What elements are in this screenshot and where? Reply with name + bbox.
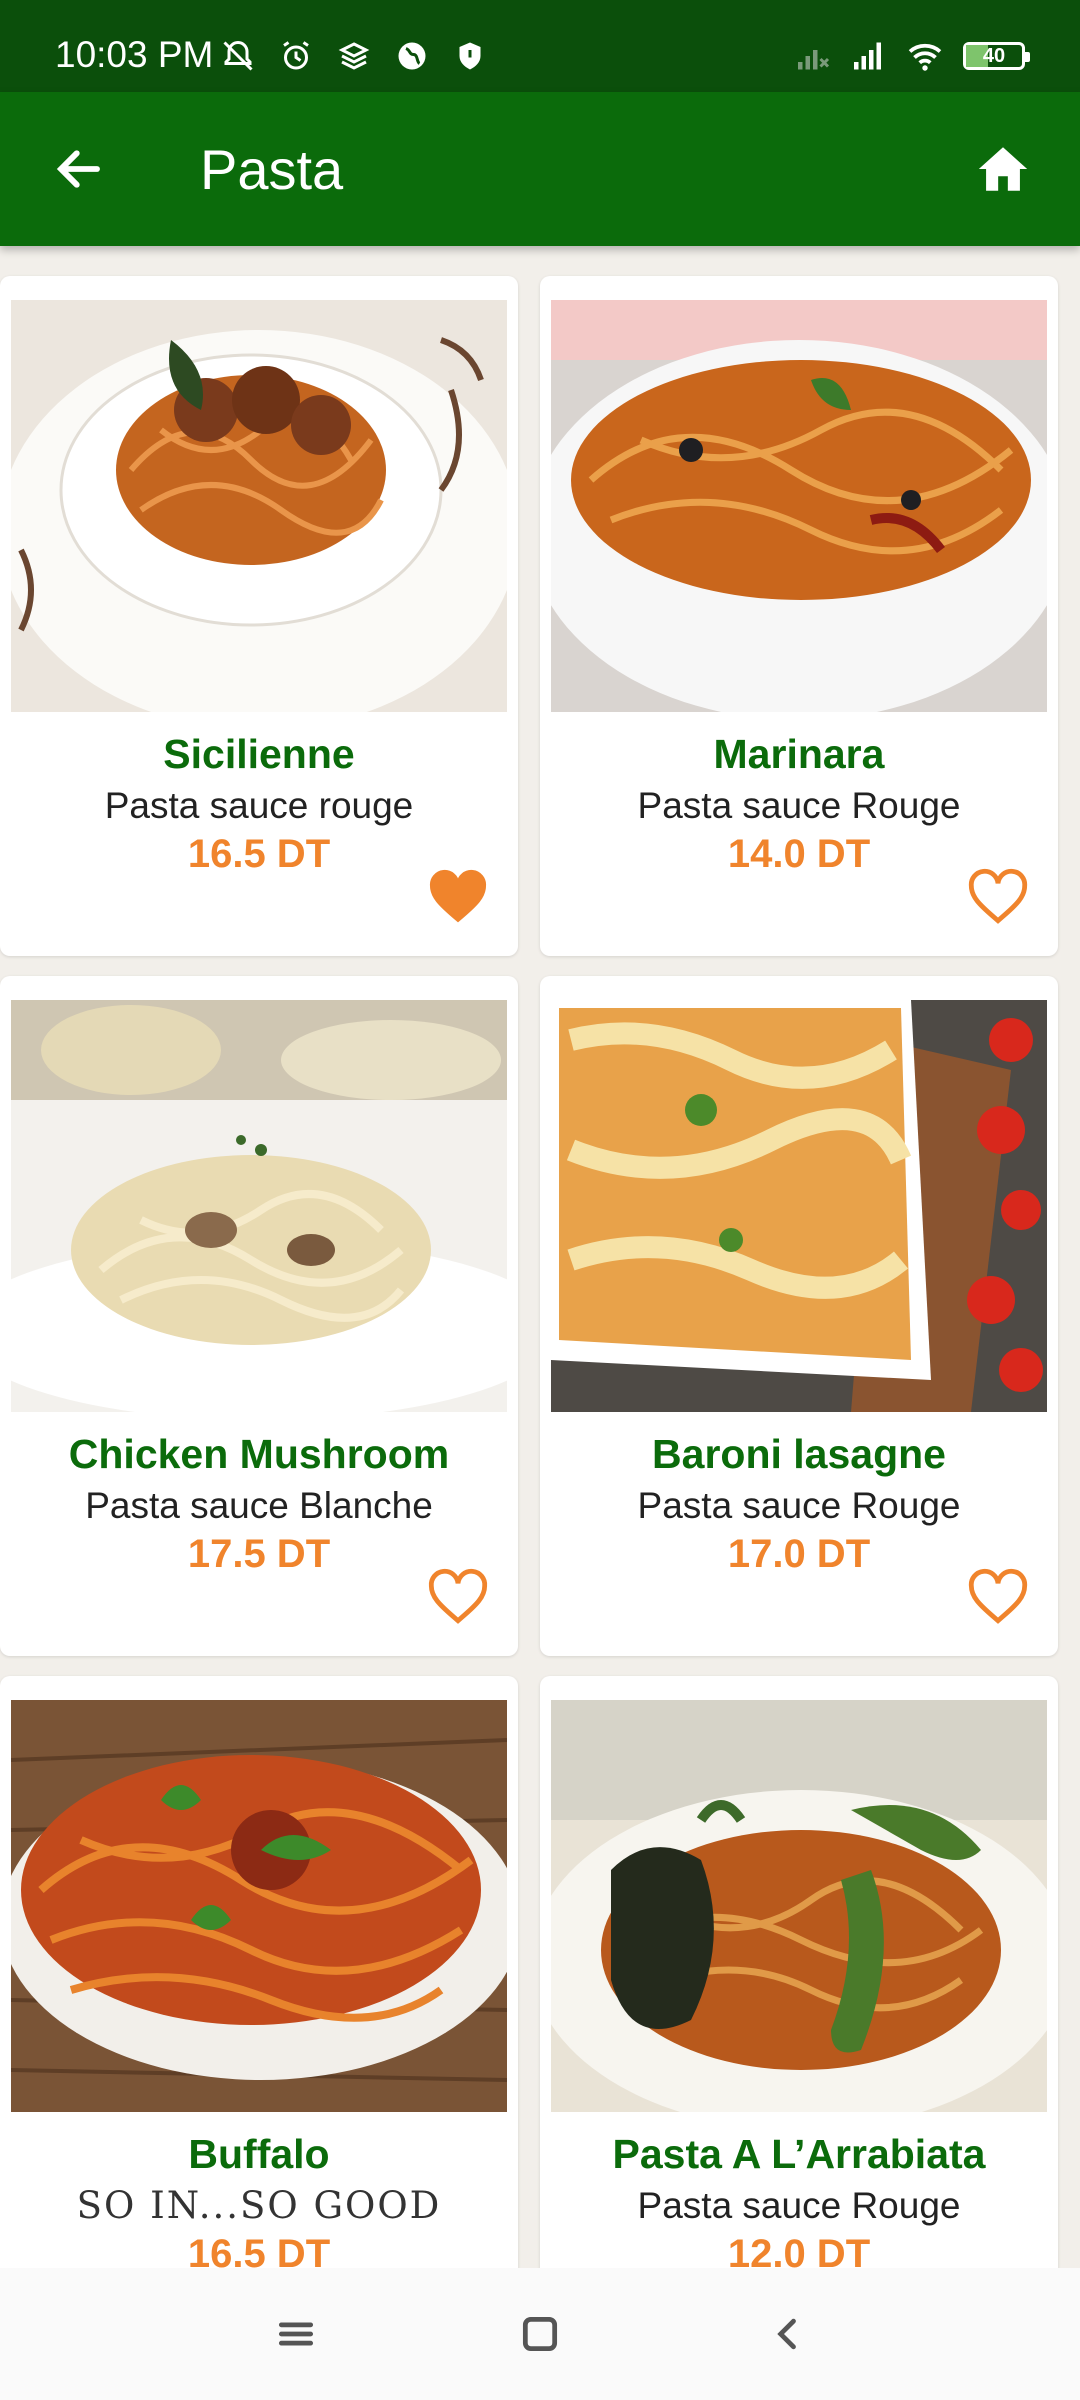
system-nav-bar — [0, 2268, 1080, 2400]
page-title: Pasta — [200, 138, 344, 201]
menu-icon[interactable] — [274, 2312, 318, 2356]
dish-sauce: Pasta sauce Blanche — [85, 1485, 433, 1526]
dish-name: Baroni lasagne — [652, 1431, 946, 1477]
shield-icon — [459, 42, 481, 70]
arrow-back-icon[interactable] — [52, 142, 106, 196]
battery-icon: 40 — [963, 42, 1030, 70]
layers-icon — [338, 42, 370, 70]
home-icon[interactable] — [974, 140, 1032, 198]
product-card[interactable]: Chicken Mushroom Pasta sauce Blanche 17.… — [0, 976, 518, 1656]
dish-name: Pasta A L’Arrabiata — [612, 2131, 986, 2177]
app-bar: Pasta — [0, 92, 1080, 246]
dish-sauce: Pasta sauce Rouge — [637, 1485, 961, 1526]
mute-icon — [223, 40, 253, 71]
heart-filled-icon[interactable] — [426, 864, 490, 924]
product-card[interactable]: Marinara Pasta sauce Rouge 14.0 DT — [540, 276, 1058, 956]
status-time: 10:03 PM — [55, 34, 214, 75]
dish-image — [11, 300, 507, 712]
dish-image — [551, 1000, 1047, 1412]
dish-price: 16.5 DT — [187, 2232, 331, 2268]
dish-image — [551, 300, 1047, 712]
product-card[interactable]: Buffalo SO IN...SO GOOD 16.5 DT — [0, 1676, 518, 2268]
product-grid: Sicilienne Pasta sauce rouge 16.5 DT Mar… — [0, 272, 1080, 2268]
dish-sauce: Pasta sauce Rouge — [637, 2185, 961, 2226]
status-icons-left — [220, 38, 488, 74]
status-bar: 10:03 PM 40 — [0, 0, 1080, 92]
dish-name: Buffalo — [188, 2131, 330, 2177]
product-card[interactable]: Baroni lasagne Pasta sauce Rouge 17.0 DT — [540, 976, 1058, 1656]
dish-sauce: SO IN...SO GOOD — [76, 2184, 442, 2227]
dish-name: Sicilienne — [163, 731, 355, 777]
back-chevron-icon[interactable] — [766, 2312, 810, 2356]
wifi-icon — [908, 43, 942, 71]
dish-name: Marinara — [713, 731, 885, 777]
globe-icon — [398, 42, 426, 70]
signal-icon — [854, 42, 881, 70]
dish-image — [551, 1700, 1047, 2112]
home-square-icon[interactable] — [518, 2312, 562, 2356]
dish-name: Chicken Mushroom — [68, 1431, 450, 1477]
battery-level: 40 — [982, 45, 1006, 67]
status-icons-right: 40 — [795, 38, 1030, 74]
product-card[interactable]: Sicilienne Pasta sauce rouge 16.5 DT — [0, 276, 518, 956]
alarm-icon — [283, 41, 309, 70]
dish-sauce: Pasta sauce Rouge — [637, 785, 961, 826]
heart-outline-icon[interactable] — [966, 1564, 1030, 1624]
dish-price: 12.0 DT — [727, 2232, 871, 2268]
dish-image — [11, 1700, 507, 2112]
no-signal-icon — [798, 50, 830, 70]
dish-image — [11, 1000, 507, 1412]
dish-sauce: Pasta sauce rouge — [104, 785, 414, 826]
heart-outline-icon[interactable] — [426, 1564, 490, 1624]
heart-outline-icon[interactable] — [966, 864, 1030, 924]
product-card[interactable]: Pasta A L’Arrabiata Pasta sauce Rouge 12… — [540, 1676, 1058, 2268]
